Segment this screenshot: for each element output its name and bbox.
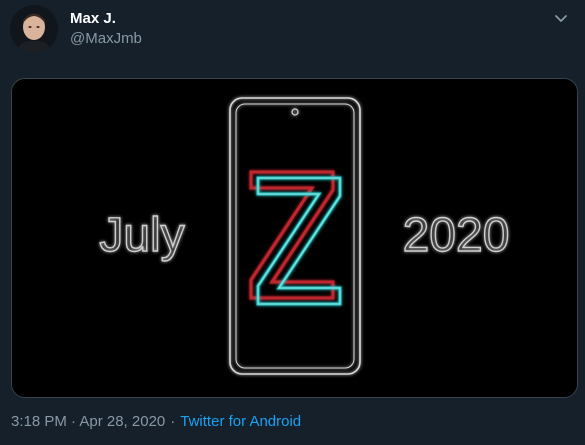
more-options-button[interactable] [551, 8, 571, 28]
author-handle[interactable]: @MaxJmb [70, 30, 142, 47]
teaser-graphic: July 2020 [12, 79, 577, 397]
profile-photo [10, 5, 58, 53]
author-name[interactable]: Max J. [70, 10, 116, 27]
media-left-text: July [99, 209, 184, 262]
meta-separator: · [170, 413, 176, 430]
avatar[interactable] [10, 5, 58, 53]
chevron-down-icon [555, 15, 567, 22]
tweet-timestamp[interactable]: 3:18 PM · Apr 28, 2020 [11, 413, 165, 430]
tweet-meta: 3:18 PM · Apr 28, 2020 · Twitter for Andro… [11, 413, 301, 430]
tweet-source-link[interactable]: Twitter for Android [180, 413, 301, 430]
media-right-text: 2020 [403, 209, 510, 262]
tweet-media-image[interactable]: July 2020 [11, 78, 578, 398]
